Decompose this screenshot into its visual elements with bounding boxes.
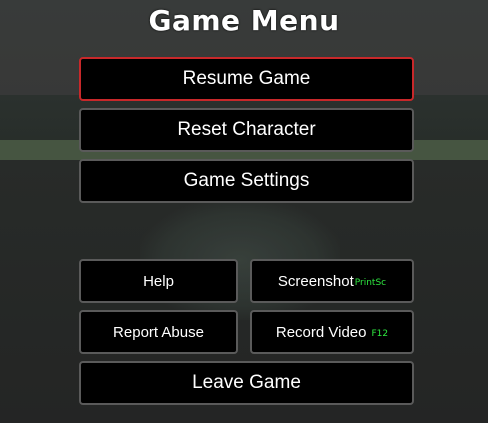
report-abuse-button[interactable]: Report Abuse <box>79 310 238 354</box>
screenshot-button[interactable]: Screenshot PrintSc <box>250 259 414 303</box>
reset-character-button[interactable]: Reset Character <box>79 108 414 152</box>
menu-title: Game Menu <box>148 4 340 37</box>
game-settings-label: Game Settings <box>183 170 310 191</box>
leave-game-button[interactable]: Leave Game <box>79 361 414 405</box>
record-video-button[interactable]: Record Video F12 <box>250 310 414 354</box>
leave-game-label: Leave Game <box>192 372 301 393</box>
resume-game-label: Resume Game <box>182 68 311 89</box>
report-abuse-label: Report Abuse <box>113 323 204 341</box>
game-settings-button[interactable]: Game Settings <box>79 159 414 203</box>
record-video-label: Record Video <box>275 323 367 341</box>
record-video-hotkey: F12 <box>371 329 389 339</box>
reset-character-label: Reset Character <box>177 119 316 140</box>
resume-game-button[interactable]: Resume Game <box>79 57 414 101</box>
screenshot-hotkey: PrintSc <box>354 278 387 288</box>
screenshot-label: Screenshot <box>277 272 354 290</box>
help-label: Help <box>143 272 174 290</box>
help-button[interactable]: Help <box>79 259 238 303</box>
